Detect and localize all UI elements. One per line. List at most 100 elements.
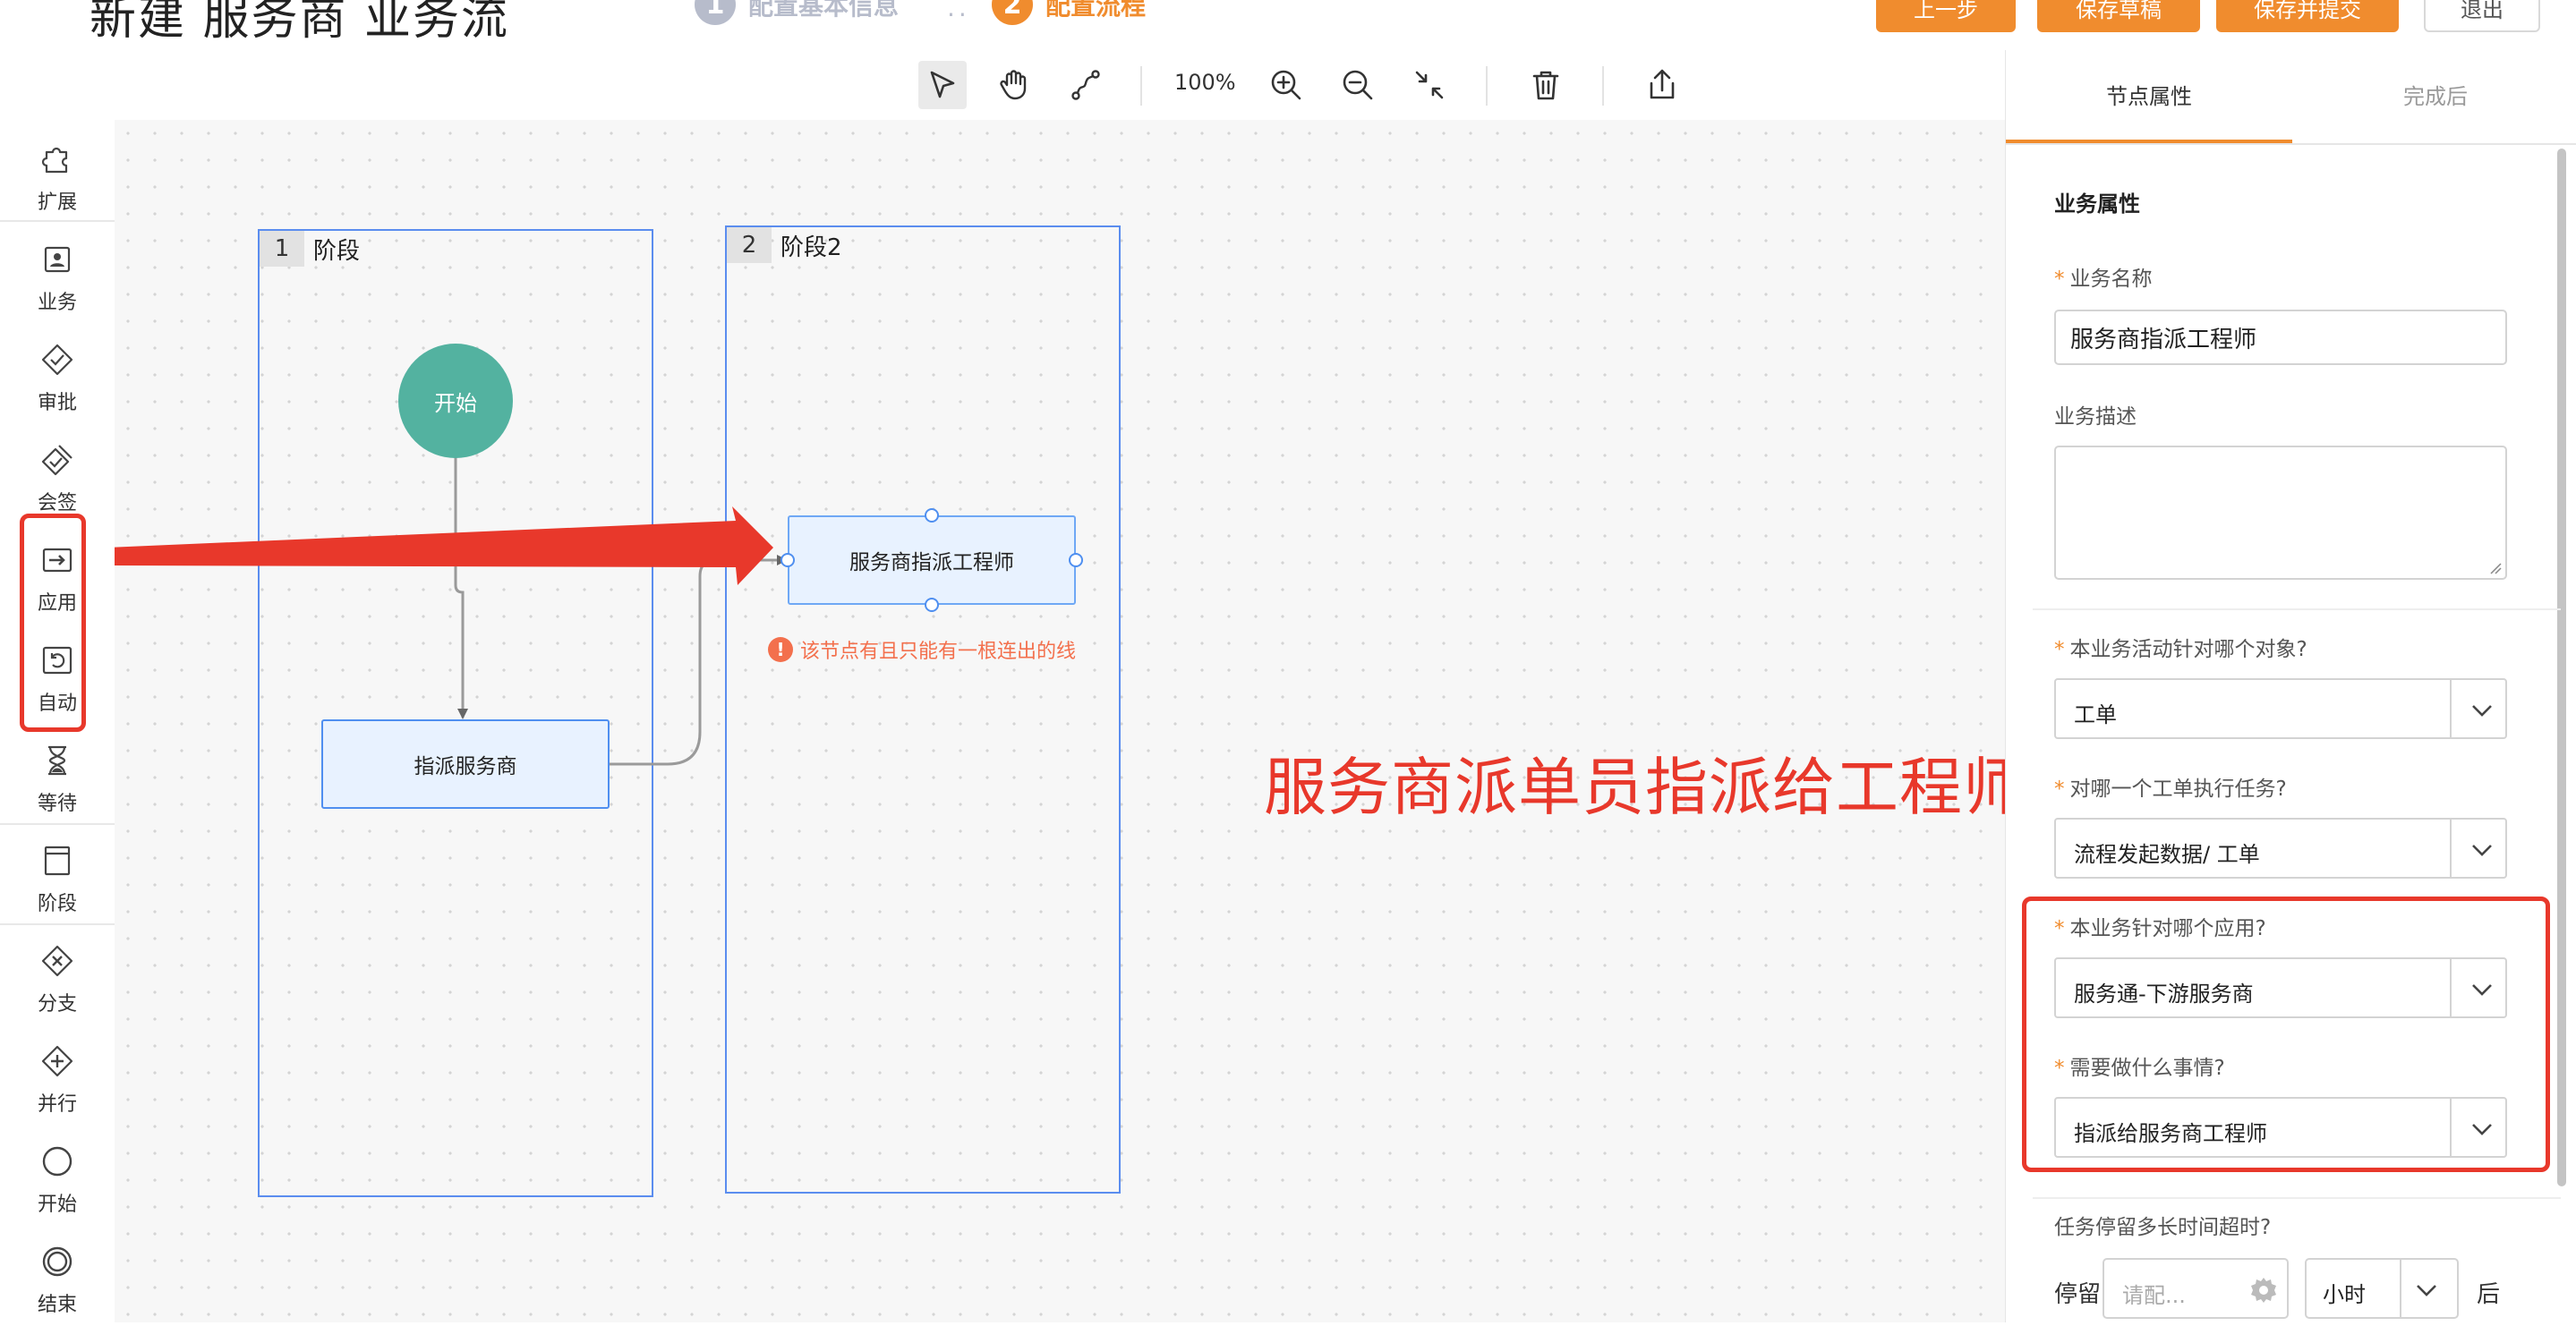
select-divider bbox=[2450, 680, 2452, 737]
branch-icon bbox=[41, 945, 73, 977]
assign-provider-node[interactable]: 指派服务商 bbox=[321, 719, 610, 809]
business-name-input[interactable]: 服务商指派工程师 bbox=[2054, 310, 2507, 365]
palette-item-approve[interactable]: 审批 bbox=[0, 329, 115, 424]
page-title: 新建 服务商 业务流 bbox=[90, 0, 510, 46]
delete-icon[interactable] bbox=[1522, 61, 1570, 109]
palette-item-end[interactable]: 结束 bbox=[0, 1231, 115, 1326]
ticket-label: * 对哪一个工单执行任务? bbox=[2054, 778, 2287, 801]
save-draft-button[interactable]: 保存草稿 bbox=[2037, 0, 2200, 32]
chevron-down-icon[interactable] bbox=[2468, 836, 2496, 864]
active-tab-indicator bbox=[2006, 140, 2292, 143]
tab-after-complete[interactable]: 完成后 bbox=[2403, 79, 2468, 110]
name-label-text: 业务名称 bbox=[2069, 268, 2153, 291]
prev-step-button[interactable]: 上一步 bbox=[1876, 0, 2016, 32]
stage-number: 2 bbox=[727, 227, 772, 263]
flow-canvas[interactable]: 1 阶段 2 阶段2 开始 指派服务商 服务商指派工程师 ! 该节点有且只能有一… bbox=[115, 120, 2005, 1322]
palette-item-label: 并行 bbox=[37, 1093, 77, 1116]
select-divider bbox=[2450, 820, 2452, 877]
palette-item-label: 扩展 bbox=[37, 191, 77, 214]
node-port-top[interactable] bbox=[925, 508, 939, 523]
fit-view-icon[interactable] bbox=[1405, 61, 1454, 109]
palette-item-label: 结束 bbox=[37, 1294, 77, 1316]
stage-header: 2 阶段2 bbox=[727, 227, 842, 263]
after-label: 后 bbox=[2477, 1281, 2501, 1308]
palette-item-extend[interactable]: 扩展 bbox=[0, 129, 115, 224]
field-divider bbox=[2033, 608, 2561, 610]
toolbar-divider bbox=[1602, 66, 1604, 106]
annotation-text: 服务商派单员指派给工程师 bbox=[1264, 751, 2005, 824]
select-icon[interactable] bbox=[918, 61, 967, 109]
chevron-down-icon[interactable] bbox=[2468, 696, 2496, 725]
hand-icon[interactable] bbox=[990, 61, 1038, 109]
ticket-select-value: 流程发起数据/ 工单 bbox=[2074, 842, 2260, 867]
zoom-in-icon[interactable] bbox=[1262, 61, 1310, 109]
save-submit-button[interactable]: 保存并提交 bbox=[2216, 0, 2399, 32]
node-palette: 扩展 业务 审批 会签 应用 自动 等待 阶段 分支 并行 开始 结束 bbox=[0, 120, 115, 1322]
connector-icon[interactable] bbox=[1062, 61, 1110, 109]
step-label: 配置基本信息 bbox=[748, 0, 900, 21]
object-label-text: 本业务活动针对哪个对象? bbox=[2069, 638, 2307, 661]
zoom-out-icon[interactable] bbox=[1334, 61, 1382, 109]
chevron-down-icon[interactable] bbox=[2412, 1276, 2441, 1305]
panel-tabs: 节点属性 完成后 bbox=[2006, 50, 2576, 145]
panel-scrollbar[interactable] bbox=[2557, 149, 2566, 1186]
zoom-level: 100% bbox=[1174, 70, 1236, 95]
node-port-right[interactable] bbox=[1069, 553, 1083, 567]
countersign-icon bbox=[41, 445, 73, 476]
gear-icon[interactable] bbox=[2248, 1274, 2280, 1306]
time-unit-value: 小时 bbox=[2323, 1282, 2366, 1307]
step-separator: .. bbox=[947, 0, 970, 22]
tab-node-properties[interactable]: 节点属性 bbox=[2106, 79, 2192, 110]
step-basic-info[interactable]: 1 配置基本信息 bbox=[695, 0, 899, 25]
palette-item-wait[interactable]: 等待 bbox=[0, 730, 115, 825]
palette-item-label: 开始 bbox=[37, 1194, 77, 1216]
palette-item-label: 会签 bbox=[37, 492, 77, 514]
ticket-select[interactable]: 流程发起数据/ 工单 bbox=[2054, 818, 2507, 879]
ticket-label-text: 对哪一个工单执行任务? bbox=[2069, 778, 2287, 801]
stage-number: 1 bbox=[260, 231, 304, 267]
object-label: * 本业务活动针对哪个对象? bbox=[2054, 638, 2307, 661]
canvas-toolbar: 100% bbox=[0, 50, 2005, 121]
stay-duration-input[interactable]: 请配... bbox=[2103, 1258, 2289, 1319]
stage-name: 阶段2 bbox=[780, 234, 842, 261]
desc-label: 业务描述 bbox=[2054, 405, 2137, 429]
exit-button[interactable]: 退出 bbox=[2424, 0, 2540, 32]
node-port-bottom[interactable] bbox=[925, 598, 939, 612]
stage-2[interactable]: 2 阶段2 bbox=[725, 225, 1121, 1194]
object-select-value: 工单 bbox=[2074, 702, 2117, 727]
toolbar-divider bbox=[1486, 66, 1488, 106]
header: 新建 服务商 业务流 1 配置基本信息 .. 2 配置流程 上一步 保存草稿 保… bbox=[0, 0, 2576, 51]
resize-grip-icon[interactable] bbox=[2489, 562, 2502, 574]
select-divider bbox=[2400, 1260, 2401, 1317]
parallel-icon bbox=[41, 1045, 73, 1077]
start-icon bbox=[42, 1146, 73, 1177]
time-unit-select[interactable]: 小时 bbox=[2305, 1258, 2459, 1319]
node-port-left[interactable] bbox=[780, 553, 795, 567]
toolbar-divider bbox=[1140, 66, 1142, 106]
palette-item-countersign[interactable]: 会签 bbox=[0, 429, 115, 524]
step-config-flow[interactable]: 2 配置流程 bbox=[992, 0, 1146, 25]
business-desc-textarea[interactable] bbox=[2054, 446, 2507, 580]
approve-icon bbox=[41, 344, 73, 376]
palette-item-label: 分支 bbox=[37, 993, 77, 1016]
palette-item-label: 阶段 bbox=[37, 893, 77, 915]
timeout-label: 任务停留多长时间超时? bbox=[2054, 1216, 2272, 1239]
assign-engineer-node[interactable]: 服务商指派工程师 bbox=[788, 515, 1076, 605]
palette-item-branch[interactable]: 分支 bbox=[0, 931, 115, 1025]
app-fields-highlight bbox=[2022, 897, 2550, 1172]
field-divider bbox=[2033, 1197, 2561, 1199]
properties-panel: 节点属性 完成后 业务属性 * 业务名称 服务商指派工程师 业务描述 * 本业务活动… bbox=[2005, 50, 2576, 1322]
stage-name: 阶段 bbox=[313, 237, 361, 265]
start-node[interactable]: 开始 bbox=[398, 344, 513, 458]
object-select[interactable]: 工单 bbox=[2054, 678, 2507, 739]
palette-item-label: 审批 bbox=[37, 392, 77, 414]
palette-item-parallel[interactable]: 并行 bbox=[0, 1031, 115, 1126]
end-icon bbox=[42, 1246, 73, 1277]
palette-item-business[interactable]: 业务 bbox=[0, 229, 115, 324]
stage-icon bbox=[44, 846, 71, 876]
export-icon[interactable] bbox=[1638, 61, 1686, 109]
node-warning: ! 该节点有且只能有一根连出的线 bbox=[768, 635, 1076, 664]
warning-text: 该节点有且只能有一根连出的线 bbox=[800, 641, 1077, 663]
palette-item-stage[interactable]: 阶段 bbox=[0, 830, 115, 925]
palette-item-start[interactable]: 开始 bbox=[0, 1131, 115, 1226]
